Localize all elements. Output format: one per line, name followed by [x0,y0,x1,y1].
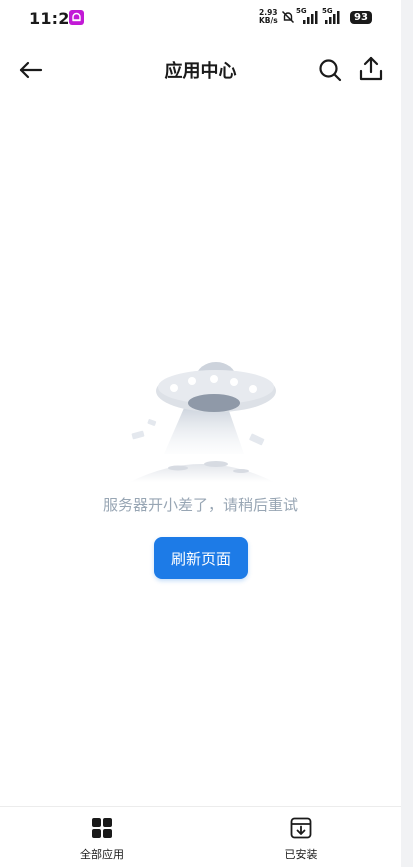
grid-icon [92,818,112,838]
battery-icon: 93 [350,11,372,24]
share-icon[interactable] [357,55,385,83]
error-message: 服务器开小差了，请稍后重试 [102,496,298,514]
ufo-illustration [130,362,276,482]
tab-all-apps-label: 全部应用 [80,848,124,861]
status-bar: 11:27 2.93 KB/s 5G 5G 93 [0,0,401,36]
network-speed-unit: KB/s [259,16,278,25]
notification-app-icon [69,10,84,25]
refresh-button[interactable]: 刷新页面 [154,537,248,579]
tab-all-apps[interactable]: 全部应用 [42,807,162,868]
network-speed: 2.93 KB/s [259,9,278,25]
tab-installed-label: 已安装 [284,848,318,861]
signal-icon: 5G [296,7,320,27]
tab-installed[interactable]: 已安装 [241,807,361,868]
bottom-nav: 全部应用 已安装 [0,806,401,868]
mute-icon [281,10,295,24]
screen-edge [401,0,413,867]
signal-icon: 5G [322,7,346,27]
download-box-icon [290,817,312,839]
search-icon[interactable] [316,56,344,84]
app-header: 应用中心 [0,48,401,92]
